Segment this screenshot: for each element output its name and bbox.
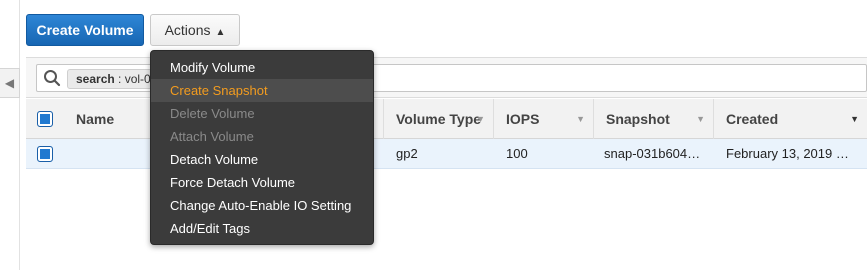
chevron-left-icon: ◀: [4, 76, 15, 90]
actions-button[interactable]: Actions ▲: [150, 14, 240, 46]
column-header-volume-type[interactable]: Volume Type ▼: [384, 99, 494, 139]
search-token-key: search: [76, 72, 115, 86]
search-icon: [43, 69, 61, 87]
search-filter-token[interactable]: search : vol-0: [67, 69, 160, 89]
cell-snapshot[interactable]: snap-031b604…: [594, 139, 714, 169]
sort-caret-icon: ▼: [850, 114, 859, 124]
cell-volume-type: gp2: [396, 146, 418, 161]
collapse-panel-toggle[interactable]: ◀: [0, 68, 20, 98]
row-checkbox[interactable]: [37, 146, 53, 162]
chevron-up-icon: ▲: [215, 27, 226, 38]
column-label: IOPS: [506, 111, 540, 127]
create-volume-button[interactable]: Create Volume: [26, 14, 144, 46]
search-token-value: : vol-0: [114, 72, 151, 86]
menu-item-force-detach-volume[interactable]: Force Detach Volume: [151, 171, 373, 194]
menu-item-attach-volume: Attach Volume: [170, 129, 254, 144]
column-header-snapshot[interactable]: Snapshot ▼: [594, 99, 714, 139]
menu-item-detach-volume[interactable]: Detach Volume: [151, 148, 373, 171]
sort-caret-icon: ▼: [476, 114, 485, 124]
actions-menu: Modify Volume Create Snapshot Delete Vol…: [150, 50, 374, 245]
column-header-iops[interactable]: IOPS ▼: [494, 99, 594, 139]
menu-item-add-edit-tags[interactable]: Add/Edit Tags: [151, 217, 373, 240]
sort-caret-icon: ▼: [576, 114, 585, 124]
select-all-checkbox[interactable]: [37, 111, 53, 127]
column-label: Snapshot: [606, 111, 670, 127]
menu-item-modify-volume[interactable]: Modify Volume: [151, 56, 373, 79]
cell-iops: 100: [506, 146, 528, 161]
menu-item-auto-enable-io[interactable]: Change Auto-Enable IO Setting: [151, 194, 373, 217]
column-label: Name: [76, 111, 115, 127]
column-label: Volume Type: [396, 111, 482, 127]
left-panel-rail: ◀: [0, 0, 20, 270]
menu-item-create-snapshot[interactable]: Create Snapshot: [151, 79, 373, 102]
cell-created: February 13, 2019 …: [726, 146, 849, 161]
menu-item-delete-volume: Delete Volume: [170, 106, 255, 121]
actions-label: Actions: [164, 22, 211, 38]
column-header-created[interactable]: Created ▼: [714, 99, 867, 139]
column-label: Created: [726, 111, 779, 127]
sort-caret-icon: ▼: [696, 114, 705, 124]
